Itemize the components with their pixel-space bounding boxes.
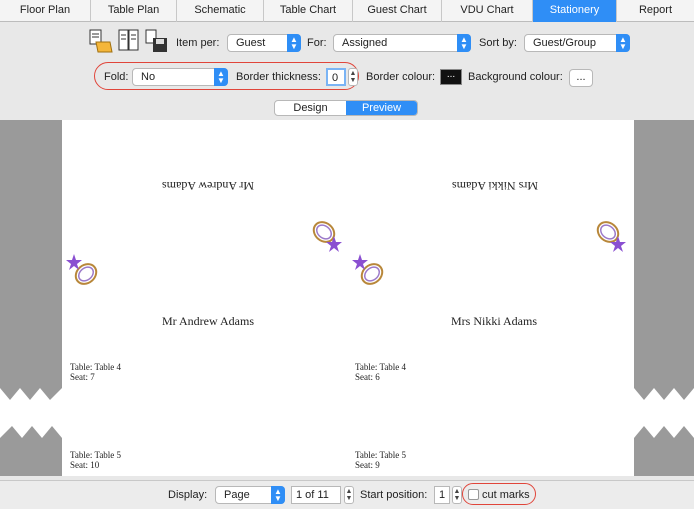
place-card-seat: Seat: 7 <box>70 372 95 382</box>
cut-marks-label[interactable]: cut marks <box>482 486 530 504</box>
sort-by-value: Guest/Group <box>533 37 596 49</box>
toolbar-row-1: Item per: Guest ▲ ▼ For: Assigned ▲ ▼ Sort… <box>0 28 694 58</box>
fold-select[interactable]: No ▲ ▼ <box>132 68 228 86</box>
place-card-name-inverted: Mr Andrew Adams <box>162 179 254 193</box>
background-colour-button[interactable]: ... <box>569 69 593 87</box>
place-card-table: Table: Table 4 <box>355 362 407 372</box>
for-value: Assigned <box>342 37 388 49</box>
page-number-stepper[interactable]: ▲ ▼ <box>344 486 354 504</box>
background-colour-label: Background colour: <box>468 71 563 83</box>
border-colour-swatch[interactable]: ... <box>440 69 462 85</box>
bottom-bar: Display: Page ▲ ▼ 1 of 11 ▲ ▼ Start positi… <box>0 480 694 509</box>
display-value: Page <box>224 489 250 501</box>
tab-table-chart[interactable]: Table Chart <box>264 0 353 22</box>
border-thickness-input[interactable]: 0 <box>326 68 346 86</box>
sort-by-label: Sort by: <box>479 37 517 49</box>
chevron-updown-icon: ▲ ▼ <box>457 34 471 52</box>
stationery-page: Mr Andrew Adams Mr Andrew Adams Table: T… <box>62 120 634 476</box>
wedding-rings-ornament-icon <box>352 254 384 285</box>
border-thickness-label: Border thickness: <box>236 71 321 83</box>
fold-label: Fold: <box>104 71 129 83</box>
page-break-left <box>0 388 62 438</box>
tab-design[interactable]: Design <box>275 101 346 115</box>
wedding-rings-ornament-icon <box>312 221 342 252</box>
item-per-label: Item per: <box>176 37 220 49</box>
border-thickness-stepper[interactable]: ▲ ▼ <box>348 68 358 86</box>
tab-schematic[interactable]: Schematic <box>177 0 264 22</box>
page-break-right <box>634 388 694 438</box>
for-select[interactable]: Assigned ▲ ▼ <box>333 34 471 52</box>
chevron-updown-icon: ▲ ▼ <box>287 34 301 52</box>
start-position-input[interactable]: 1 <box>434 486 450 504</box>
cut-marks-checkbox[interactable] <box>468 489 479 500</box>
tab-table-plan[interactable]: Table Plan <box>91 0 177 22</box>
tab-preview[interactable]: Preview <box>346 101 417 115</box>
display-select[interactable]: Page ▲ ▼ <box>215 486 285 504</box>
place-card-table: Table: Table 5 <box>355 450 407 460</box>
chevron-updown-icon: ▲ ▼ <box>214 68 228 86</box>
fold-value: No <box>141 71 156 83</box>
tab-guest-chart[interactable]: Guest Chart <box>353 0 442 22</box>
wedding-rings-ornament-icon <box>66 254 98 285</box>
item-per-select[interactable]: Guest ▲ ▼ <box>227 34 301 52</box>
toolbar-row-2: Fold: No ▲ ▼ Border thickness: 0 ▲ ▼ Borde… <box>0 62 694 90</box>
save-icon[interactable] <box>144 28 170 54</box>
place-card-name: Mr Andrew Adams <box>162 314 254 328</box>
place-card-seat: Seat: 9 <box>355 460 380 470</box>
place-card-table: Table: Table 4 <box>70 362 122 372</box>
display-label: Display: <box>168 489 208 501</box>
for-label: For: <box>307 37 327 49</box>
preview-area[interactable]: Mr Andrew Adams Mr Andrew Adams Table: T… <box>0 120 694 476</box>
open-folder-icon[interactable] <box>88 28 114 54</box>
place-card-seat: Seat: 10 <box>70 460 100 470</box>
view-mode-toggle: Design Preview <box>274 100 418 116</box>
chevron-updown-icon: ▲ ▼ <box>271 486 285 504</box>
start-position-stepper[interactable]: ▲ ▼ <box>452 486 462 504</box>
start-position-label: Start position: <box>360 489 428 501</box>
item-per-value: Guest <box>236 37 266 49</box>
place-card-seat: Seat: 6 <box>355 372 380 382</box>
chevron-updown-icon: ▲ ▼ <box>616 34 630 52</box>
tab-report[interactable]: Report <box>617 0 694 22</box>
wedding-rings-ornament-icon <box>596 221 626 252</box>
document-icon[interactable] <box>116 28 142 54</box>
tab-stationery[interactable]: Stationery <box>533 0 617 22</box>
page-number-input[interactable]: 1 of 11 <box>291 486 341 504</box>
sort-by-select[interactable]: Guest/Group ▲ ▼ <box>524 34 630 52</box>
tab-vdu-chart[interactable]: VDU Chart <box>442 0 533 22</box>
place-card-table: Table: Table 5 <box>70 450 122 460</box>
place-card-name: Mrs Nikki Adams <box>451 314 538 328</box>
place-card-name-inverted: Mrs Nikki Adams <box>452 179 539 193</box>
tab-floor-plan[interactable]: Floor Plan <box>0 0 91 22</box>
border-colour-label: Border colour: <box>366 71 436 83</box>
tab-bar: Floor Plan Table Plan Schematic Table Ch… <box>0 0 694 22</box>
